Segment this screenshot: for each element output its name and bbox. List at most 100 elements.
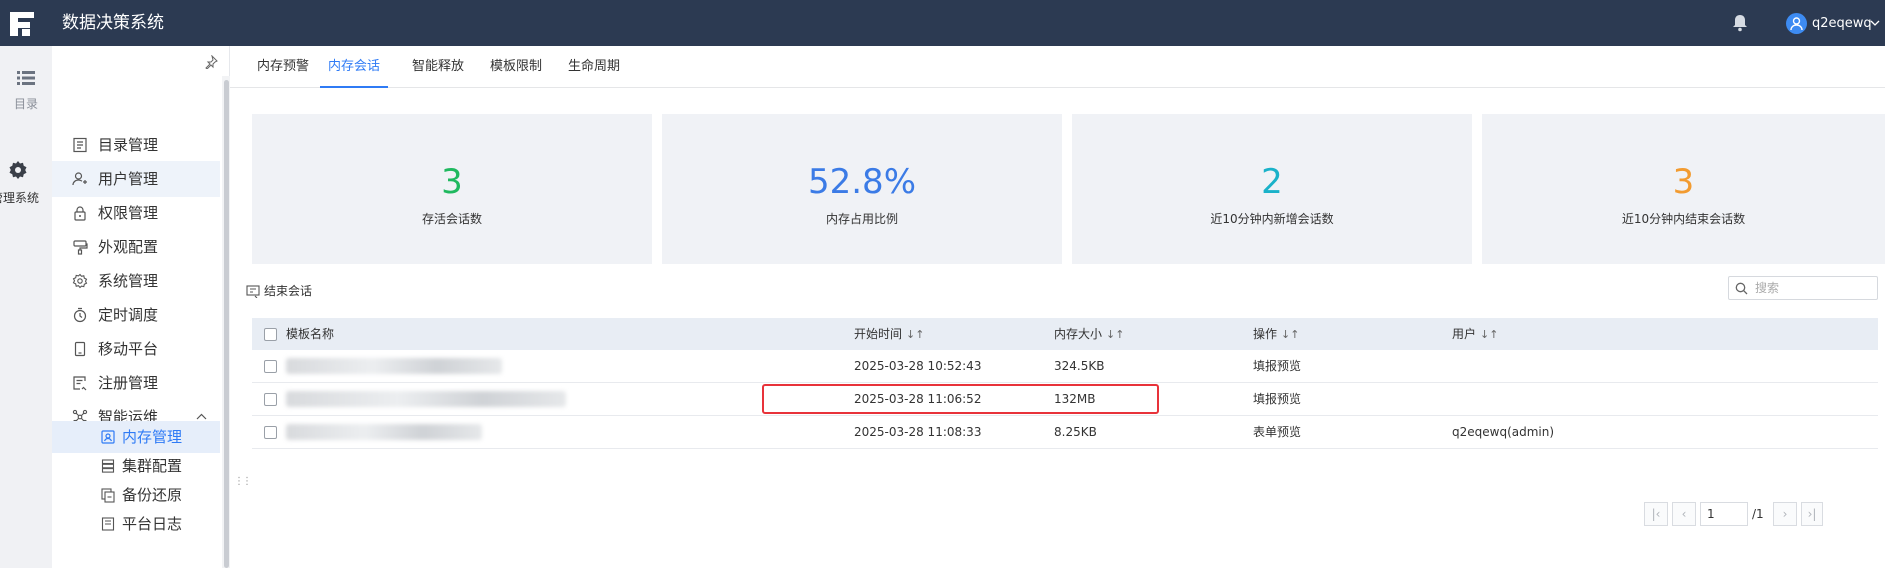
search-box[interactable] [1728,276,1878,300]
search-input[interactable] [1755,279,1873,297]
page-number-input[interactable] [1700,502,1748,526]
bell-icon[interactable] [1732,14,1748,32]
first-page-button[interactable]: |‹ [1644,502,1668,526]
end-session-icon [246,285,260,299]
sidebar-subitem-memory[interactable]: 内存管理 [52,421,220,453]
list-icon [17,71,35,85]
tab-memory-warning[interactable]: 内存预警 [257,46,309,88]
tab-bar: 内存预警 内存会话 智能释放 模板限制 生命周期 [230,46,1885,88]
sidebar-item-label: 权限管理 [98,204,159,222]
mobile-icon [74,341,86,357]
end-session-button[interactable]: 结束会话 [246,282,312,299]
header-memory-size[interactable]: 内存大小 ↓↑ [1054,318,1124,350]
cell-start-time: 2025-03-28 10:52:43 [854,359,982,373]
rail-item-catalog[interactable]: 目录 [0,70,52,112]
app-logo [10,12,34,36]
sidebar-item-label: 用户管理 [98,170,159,188]
header-label: 操作 [1253,327,1278,341]
sidebar-item-catalog[interactable]: 目录管理 [52,127,220,163]
cluster-icon [101,459,115,473]
resize-handle[interactable]: ⋮⋮ [234,476,252,487]
user-avatar-icon [1790,17,1803,31]
timer-icon [73,307,87,323]
tab-template-limit[interactable]: 模板限制 [490,46,542,88]
header-label: 用户 [1452,327,1477,341]
avatar[interactable] [1786,13,1807,34]
log-icon [101,517,115,531]
sidebar-subitem-cluster[interactable]: 集群配置 [52,450,220,482]
settings-icon [72,273,88,289]
sort-icon[interactable]: ↓↑ [1281,328,1299,341]
tab-memory-session[interactable]: 内存会话 [320,46,388,88]
lock-icon [74,206,86,221]
sidebar-item-label: 目录管理 [98,136,159,154]
sidebar-item-register[interactable]: 注册管理 [52,365,220,401]
row-checkbox[interactable] [264,360,277,373]
chevron-up-icon[interactable] [196,413,207,420]
stat-value: 3 [441,162,463,202]
sidebar-subitem-backup[interactable]: 备份还原 [52,479,220,511]
cell-user: q2eqewq(admin) [1452,425,1555,439]
stat-card-ended-sessions: 3 近10分钟内结束会话数 [1482,114,1885,264]
paint-icon [73,240,88,255]
stat-card-new-sessions: 2 近10分钟内新增会话数 [1072,114,1472,264]
sidebar-item-label: 注册管理 [98,374,159,392]
redacted-template-name [286,358,502,374]
username[interactable]: q2eqewq [1812,0,1872,48]
sort-icon[interactable]: ↓↑ [906,328,924,341]
header-start-time[interactable]: 开始时间 ↓↑ [854,318,924,350]
pin-icon[interactable] [204,55,218,69]
search-icon [1735,282,1748,295]
table-row[interactable]: 2025-03-28 10:52:43 324.5KB 填报预览 [252,350,1878,383]
sidebar-subitem-label: 集群配置 [122,457,183,475]
sidebar-item-schedule[interactable]: 定时调度 [52,297,220,333]
sort-icon[interactable]: ↓↑ [1480,328,1498,341]
register-icon [73,376,87,391]
sidebar-item-mobile[interactable]: 移动平台 [52,331,220,367]
tab-lifecycle[interactable]: 生命周期 [568,46,620,88]
rail-label: 目录 [13,97,38,111]
header-template-name: 模板名称 [286,327,335,341]
last-page-button[interactable]: ›| [1801,502,1823,526]
memory-icon [101,430,115,444]
table-row[interactable]: 2025-03-28 11:08:33 8.25KB 表单预览 q2eqewq(… [252,416,1878,449]
sidebar-item-appearance[interactable]: 外观配置 [52,229,220,265]
sidebar-subitem-label: 内存管理 [122,428,183,446]
user-icon [72,172,87,186]
tab-smart-release[interactable]: 智能释放 [412,46,464,88]
cell-memory-size: 8.25KB [1054,425,1097,439]
sidebar-subitem-log[interactable]: 平台日志 [52,508,220,540]
cell-operation: 填报预览 [1253,392,1302,406]
sidebar-scrollbar-thumb[interactable] [224,80,229,568]
header-user[interactable]: 用户 ↓↑ [1452,318,1498,350]
stat-label: 存活会话数 [421,212,482,226]
stat-card-memory-ratio: 52.8% 内存占用比例 [662,114,1062,264]
sidebar-item-label: 移动平台 [98,340,159,358]
sidebar-item-permissions[interactable]: 权限管理 [52,195,220,231]
sidebar-item-system[interactable]: 系统管理 [52,263,220,299]
sort-icon[interactable]: ↓↑ [1106,328,1124,341]
rail-item-system[interactable]: 管理系统 [0,160,52,206]
highlight-annotation-box [762,384,1159,414]
prev-page-button[interactable]: ‹ [1672,502,1696,526]
sidebar-subitem-label: 平台日志 [122,515,183,533]
select-all-checkbox[interactable] [264,328,277,341]
catalog-icon [73,137,87,153]
table-header: 模板名称 开始时间 ↓↑ 内存大小 ↓↑ 操作 ↓↑ 用户 ↓↑ [252,318,1878,350]
stat-label: 近10分钟内新增会话数 [1210,212,1334,226]
header-operation[interactable]: 操作 ↓↑ [1253,318,1299,350]
header-label: 内存大小 [1054,327,1103,341]
sidebar-item-label: 系统管理 [98,272,159,290]
sidebar-item-users[interactable]: 用户管理 [52,161,220,197]
sidebar-item-label: 外观配置 [98,238,159,256]
chevron-down-icon[interactable] [1870,20,1880,27]
main-panel: 内存预警 内存会话 智能释放 模板限制 生命周期 3 存活会话数 52.8% 内… [230,46,1885,568]
stat-value: 3 [1672,162,1695,202]
stat-label: 内存占用比例 [825,212,898,226]
row-checkbox[interactable] [264,393,277,406]
next-page-button[interactable]: › [1773,502,1797,526]
sidebar-item-label: 定时调度 [98,306,159,324]
stat-value: 2 [1261,162,1283,202]
row-checkbox[interactable] [264,426,277,439]
gear-icon [9,161,27,179]
